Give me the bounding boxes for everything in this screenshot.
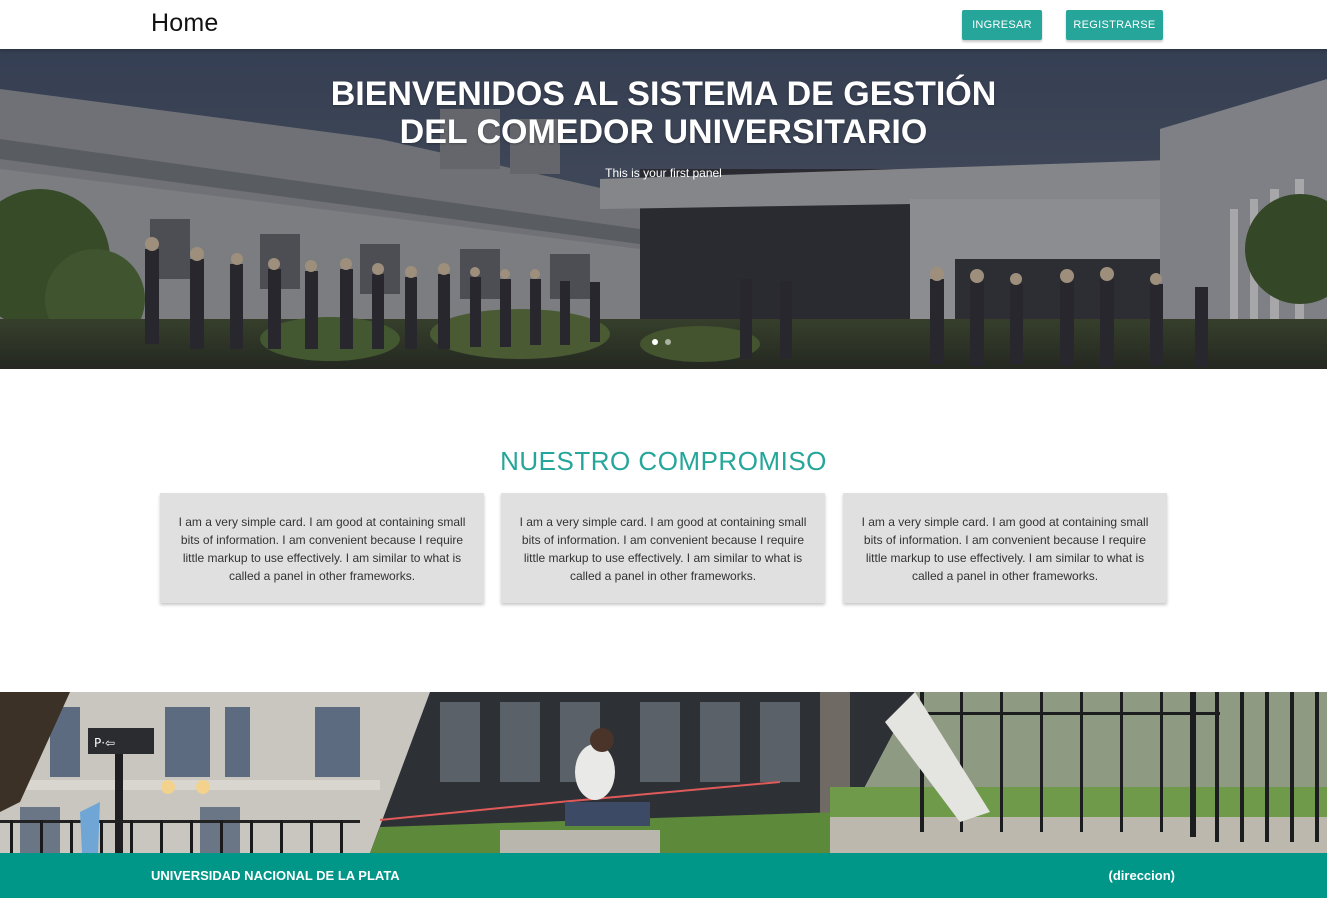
card-text: I am a very simple card. I am good at co… [861,515,1149,583]
svg-text:P·⇦: P·⇦ [94,736,115,750]
hero-subtitle: This is your first panel [605,166,722,180]
card: I am a very simple card. I am good at co… [843,493,1167,603]
hero-slider[interactable]: BIENVENIDOS AL SISTEMA DE GESTIÓN DEL CO… [0,49,1327,369]
footer-university-name: UNIVERSIDAD NACIONAL DE LA PLATA [151,868,400,883]
campus-image-strip: P·⇦ [0,692,1327,853]
footer: UNIVERSIDAD NACIONAL DE LA PLATA (direcc… [0,853,1327,898]
register-button[interactable]: REGISTRARSE [1066,10,1163,40]
footer-address: (direccion) [1108,868,1175,883]
campus-collage-image: P·⇦ [0,692,1327,853]
slider-dot-1[interactable] [652,339,658,345]
hero-title-line-1: BIENVENIDOS AL SISTEMA DE GESTIÓN [330,75,997,113]
slider-dot-2[interactable] [665,339,671,345]
card-text: I am a very simple card. I am good at co… [178,515,466,583]
hero-title-line-2: DEL COMEDOR UNIVERSITARIO [399,113,928,151]
hero-title: BIENVENIDOS AL SISTEMA DE GESTIÓN DEL CO… [0,75,1327,151]
card-text: I am a very simple card. I am good at co… [519,515,807,583]
card: I am a very simple card. I am good at co… [501,493,825,603]
slider-indicators [652,339,671,345]
top-navbar: Home INGRESAR REGISTRARSE [0,0,1327,49]
section-title: NUESTRO COMPROMISO [500,446,827,476]
brand-logo-home[interactable]: Home [151,9,219,38]
card: I am a very simple card. I am good at co… [160,493,484,603]
login-button[interactable]: INGRESAR [962,10,1042,40]
